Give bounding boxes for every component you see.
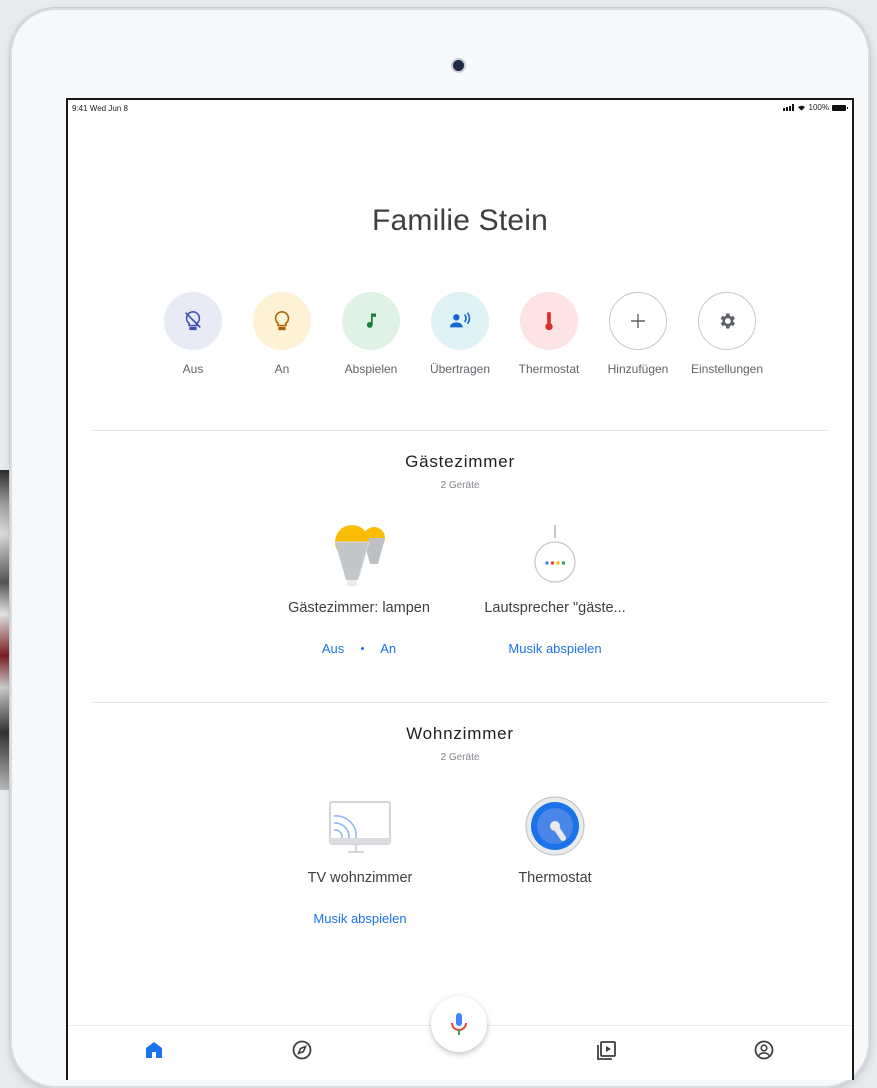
action-label: Einstellungen xyxy=(690,362,764,376)
action-play[interactable]: Abspielen xyxy=(326,292,416,376)
room-device-count: 2 Geräte xyxy=(440,752,480,763)
action-label: Aus xyxy=(182,362,204,376)
music-note-icon xyxy=(342,292,400,350)
battery-percent: 100% xyxy=(808,103,829,112)
front-camera xyxy=(453,60,464,71)
device-name: Lautsprecher "gäste... xyxy=(484,600,626,616)
action-off[interactable]: Aus xyxy=(148,292,238,376)
status-time: 9:41 Wed Jun 8 xyxy=(72,104,128,113)
section-divider xyxy=(92,430,828,431)
lamps-icon xyxy=(335,525,385,586)
device-name: Gästezimmer: lampen xyxy=(288,600,430,616)
action-label: Übertragen xyxy=(429,362,491,376)
play-music-link[interactable]: Musik abspielen xyxy=(508,641,601,656)
tablet-frame: 9:41 Wed Jun 8 100% Familie Stein Aus An… xyxy=(10,8,870,1088)
thermostat-dial-icon xyxy=(525,796,585,856)
action-cast[interactable]: Übertragen xyxy=(415,292,505,376)
room-device-count: 2 Geräte xyxy=(440,480,480,491)
separator-dot xyxy=(360,647,364,651)
room-title: Gästezimmer xyxy=(405,452,515,471)
light-off-icon xyxy=(164,292,222,350)
section-divider xyxy=(92,702,828,703)
play-music-link[interactable]: Musik abspielen xyxy=(313,911,406,926)
light-bulb-icon xyxy=(253,292,311,350)
battery-icon xyxy=(832,104,848,111)
app-screen: 9:41 Wed Jun 8 100% Familie Stein Aus An… xyxy=(66,98,854,1080)
explore-compass-icon[interactable] xyxy=(290,1038,314,1062)
device-name: TV wohnzimmer xyxy=(307,870,413,886)
home-icon[interactable] xyxy=(142,1038,166,1062)
gear-icon xyxy=(698,292,756,350)
action-settings[interactable]: Einstellungen xyxy=(682,292,772,376)
cellular-signal-icon xyxy=(782,104,794,111)
action-on[interactable]: An xyxy=(237,292,327,376)
microphone-icon xyxy=(451,1013,467,1035)
quick-actions: Aus An Abspielen Übertragen Thermostat H… xyxy=(148,292,768,376)
lamps-on-link[interactable]: An xyxy=(380,641,396,656)
wifi-icon xyxy=(797,105,805,111)
thermometer-icon xyxy=(520,292,578,350)
action-label: Abspielen xyxy=(344,362,398,376)
cast-person-icon xyxy=(431,292,489,350)
plus-icon xyxy=(609,292,667,350)
action-add[interactable]: Hinzufügen xyxy=(593,292,683,376)
status-bar: 9:41 Wed Jun 8 100% xyxy=(68,100,852,116)
cast-tv-icon xyxy=(329,801,391,853)
voice-assistant-button[interactable] xyxy=(431,996,487,1052)
room-title: Wohnzimmer xyxy=(406,724,514,743)
action-label: Thermostat xyxy=(518,362,580,376)
smart-speaker-icon xyxy=(534,525,576,583)
action-label: Hinzufügen xyxy=(607,362,669,376)
device-card-speaker[interactable]: Lautsprecher "gäste... Musik abspielen xyxy=(455,522,655,658)
action-label: An xyxy=(274,362,290,376)
device-card-lamps[interactable]: Gästezimmer: lampen Aus An xyxy=(259,522,459,658)
home-title: Familie Stein xyxy=(372,204,548,237)
media-play-icon[interactable] xyxy=(596,1038,620,1062)
account-icon[interactable] xyxy=(752,1038,776,1062)
device-name: Thermostat xyxy=(518,870,592,886)
lamps-off-link[interactable]: Aus xyxy=(322,641,344,656)
action-thermostat[interactable]: Thermostat xyxy=(504,292,594,376)
device-card-tv[interactable]: TV wohnzimmer Musik abspielen xyxy=(260,796,460,928)
device-card-thermostat[interactable]: Thermostat xyxy=(455,796,655,886)
status-right: 100% xyxy=(782,103,848,112)
